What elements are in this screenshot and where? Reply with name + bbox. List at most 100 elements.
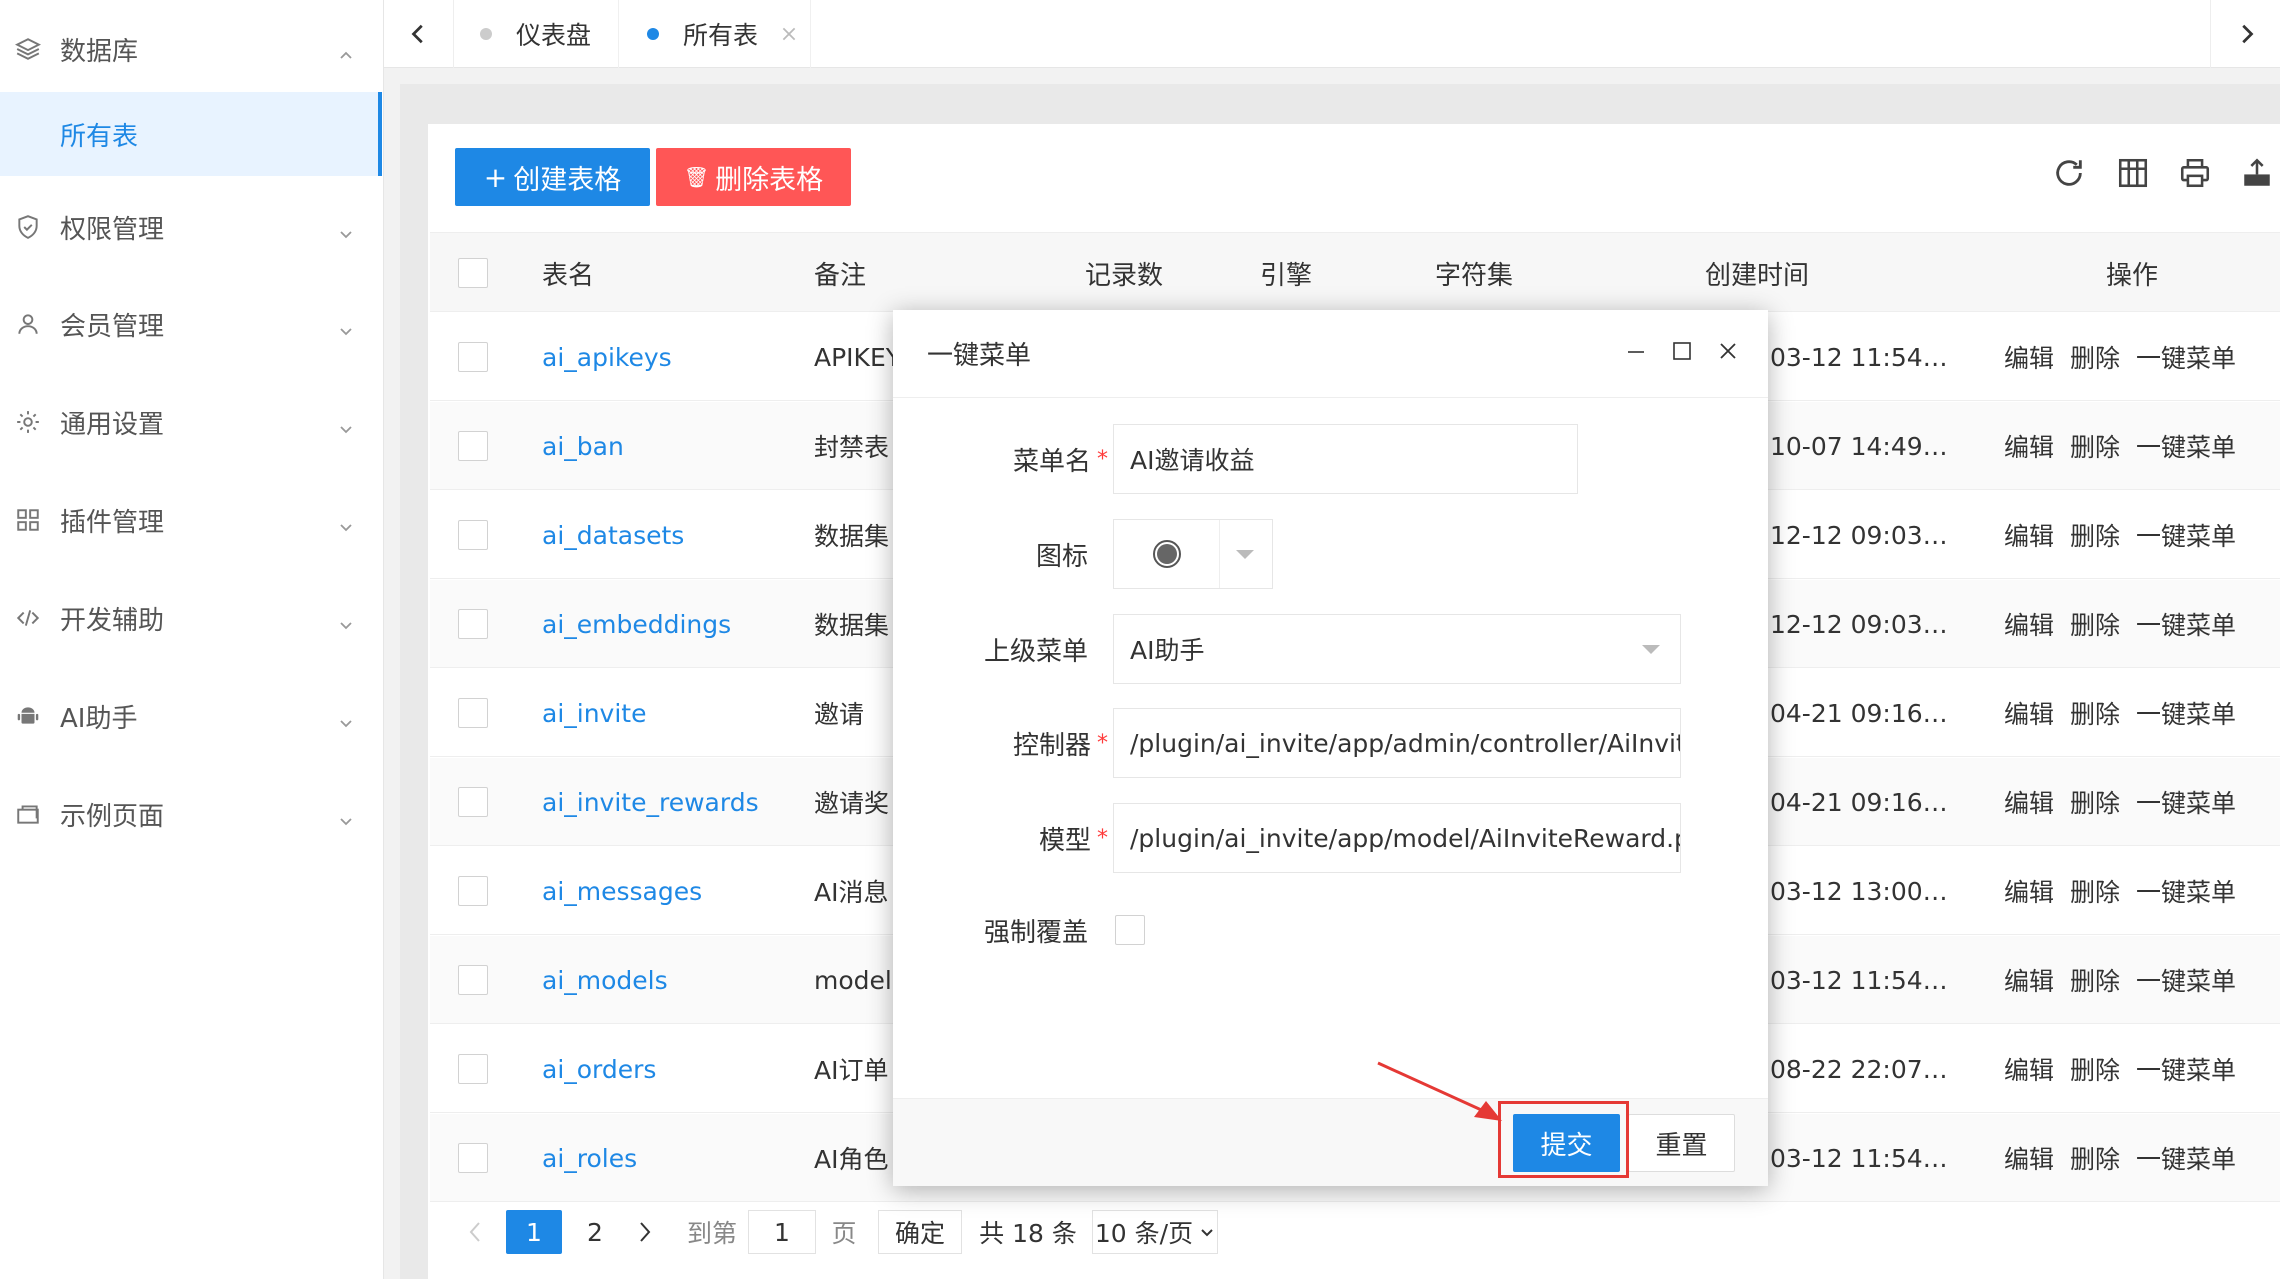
- table-name-link[interactable]: ai_orders: [542, 1025, 656, 1113]
- one-click-menu-link[interactable]: 一键菜单: [2136, 517, 2236, 553]
- goto-page-input[interactable]: 1: [748, 1210, 816, 1254]
- table-name-link[interactable]: ai_apikeys: [542, 313, 672, 401]
- edit-link[interactable]: 编辑: [2004, 1051, 2054, 1087]
- delete-link[interactable]: 删除: [2070, 339, 2120, 375]
- sidebar-group-devtools[interactable]: 开发辅助: [0, 569, 384, 667]
- page-button-2[interactable]: 2: [570, 1210, 620, 1254]
- parent-menu-label: 上级菜单: [983, 636, 1088, 667]
- table-name-link[interactable]: ai_models: [542, 936, 668, 1024]
- table-name-link[interactable]: ai_invite_rewards: [542, 758, 759, 846]
- edit-link[interactable]: 编辑: [2004, 784, 2054, 820]
- page-button-1[interactable]: 1: [506, 1210, 562, 1254]
- sidebar-group-examples[interactable]: 示例页面: [0, 765, 384, 863]
- one-click-menu-link[interactable]: 一键菜单: [2136, 339, 2236, 375]
- sidebar-item-all-tables[interactable]: 所有表: [0, 92, 382, 176]
- one-click-menu-link[interactable]: 一键菜单: [2136, 428, 2236, 464]
- row-checkbox[interactable]: [458, 1054, 488, 1084]
- one-click-menu-link[interactable]: 一键菜单: [2136, 873, 2236, 909]
- column-header-name[interactable]: 表名: [542, 233, 594, 313]
- refresh-icon[interactable]: [2052, 156, 2088, 192]
- sidebar-group-database[interactable]: 数据库: [0, 0, 384, 98]
- parent-menu-select[interactable]: AI助手: [1113, 614, 1681, 684]
- delete-link[interactable]: 删除: [2070, 1051, 2120, 1087]
- edit-link[interactable]: 编辑: [2004, 695, 2054, 731]
- one-click-menu-link[interactable]: 一键菜单: [2136, 962, 2236, 998]
- icon-picker[interactable]: [1113, 519, 1273, 589]
- close-icon[interactable]: [1717, 340, 1741, 364]
- column-header-engine[interactable]: 引擎: [1260, 233, 1312, 313]
- dialog-footer: 提交 重置: [893, 1098, 1768, 1186]
- sidebar-group-settings[interactable]: 通用设置: [0, 373, 384, 471]
- one-click-menu-link[interactable]: 一键菜单: [2136, 1051, 2236, 1087]
- row-checkbox[interactable]: [458, 609, 488, 639]
- force-overwrite-checkbox[interactable]: [1115, 915, 1145, 945]
- delete-table-button[interactable]: 🗑 删除表格: [656, 148, 851, 206]
- close-icon[interactable]: [780, 25, 798, 43]
- delete-link[interactable]: 删除: [2070, 1140, 2120, 1176]
- edit-link[interactable]: 编辑: [2004, 517, 2054, 553]
- tab-dashboard[interactable]: 仪表盘: [454, 0, 619, 68]
- select-all-checkbox[interactable]: [458, 258, 488, 288]
- edit-link[interactable]: 编辑: [2004, 962, 2054, 998]
- edit-link[interactable]: 编辑: [2004, 1140, 2054, 1176]
- sidebar-group-members[interactable]: 会员管理: [0, 275, 384, 373]
- chevron-down-icon: [338, 316, 354, 336]
- table-remark: APIKEY: [814, 342, 902, 372]
- row-checkbox[interactable]: [458, 1143, 488, 1173]
- edit-link[interactable]: 编辑: [2004, 428, 2054, 464]
- row-checkbox[interactable]: [458, 787, 488, 817]
- delete-link[interactable]: 删除: [2070, 428, 2120, 464]
- template-icon: [14, 800, 42, 828]
- row-checkbox[interactable]: [458, 342, 488, 372]
- sidebar-group-plugins[interactable]: 插件管理: [0, 471, 384, 569]
- one-click-menu-link[interactable]: 一键菜单: [2136, 606, 2236, 642]
- goto-confirm-button[interactable]: 确定: [878, 1210, 962, 1254]
- reset-button[interactable]: 重置: [1628, 1114, 1735, 1172]
- delete-link[interactable]: 删除: [2070, 962, 2120, 998]
- table-remark: AI角色: [814, 1145, 889, 1174]
- delete-link[interactable]: 删除: [2070, 517, 2120, 553]
- table-name-link[interactable]: ai_messages: [542, 847, 702, 935]
- column-header-remark[interactable]: 备注: [814, 233, 866, 313]
- row-checkbox[interactable]: [458, 965, 488, 995]
- row-checkbox[interactable]: [458, 431, 488, 461]
- prev-page-button[interactable]: [460, 1210, 490, 1254]
- controller-input[interactable]: /plugin/ai_invite/app/admin/controller/A…: [1113, 708, 1681, 778]
- model-input[interactable]: /plugin/ai_invite/app/model/AiInviteRewa…: [1113, 803, 1681, 873]
- sidebar-group-permissions[interactable]: 权限管理: [0, 178, 384, 276]
- column-header-created[interactable]: 创建时间: [1705, 233, 1809, 313]
- page-size-select[interactable]: 10 条/页: [1092, 1210, 1218, 1254]
- row-checkbox[interactable]: [458, 876, 488, 906]
- table-name-link[interactable]: ai_datasets: [542, 491, 684, 579]
- edit-link[interactable]: 编辑: [2004, 873, 2054, 909]
- delete-link[interactable]: 删除: [2070, 606, 2120, 642]
- table-name-link[interactable]: ai_embeddings: [542, 580, 731, 668]
- delete-link[interactable]: 删除: [2070, 695, 2120, 731]
- create-table-button[interactable]: + 创建表格: [455, 148, 650, 206]
- delete-link[interactable]: 删除: [2070, 784, 2120, 820]
- export-icon[interactable]: [2240, 156, 2270, 192]
- table-name-link[interactable]: ai_roles: [542, 1114, 637, 1202]
- table-name-link[interactable]: ai_invite: [542, 669, 646, 757]
- tab-scroll-right-button[interactable]: [2210, 0, 2280, 68]
- edit-link[interactable]: 编辑: [2004, 339, 2054, 375]
- one-click-menu-link[interactable]: 一键菜单: [2136, 784, 2236, 820]
- table-name-link[interactable]: ai_ban: [542, 402, 624, 490]
- maximize-icon[interactable]: [1671, 340, 1695, 364]
- tab-all-tables[interactable]: 所有表: [621, 0, 811, 68]
- sidebar-group-ai-assistant[interactable]: AI助手: [0, 667, 384, 765]
- print-icon[interactable]: [2178, 156, 2214, 192]
- next-page-button[interactable]: [630, 1210, 660, 1254]
- menu-name-input[interactable]: AI邀请收益: [1113, 424, 1578, 494]
- one-click-menu-link[interactable]: 一键菜单: [2136, 695, 2236, 731]
- minimize-icon[interactable]: [1625, 340, 1649, 364]
- column-header-charset[interactable]: 字符集: [1435, 233, 1513, 313]
- edit-link[interactable]: 编辑: [2004, 606, 2054, 642]
- row-checkbox[interactable]: [458, 698, 488, 728]
- columns-icon[interactable]: [2116, 156, 2152, 192]
- one-click-menu-link[interactable]: 一键菜单: [2136, 1140, 2236, 1176]
- row-checkbox[interactable]: [458, 520, 488, 550]
- column-header-records[interactable]: 记录数: [1085, 233, 1163, 313]
- delete-link[interactable]: 删除: [2070, 873, 2120, 909]
- tab-scroll-left-button[interactable]: [384, 0, 454, 68]
